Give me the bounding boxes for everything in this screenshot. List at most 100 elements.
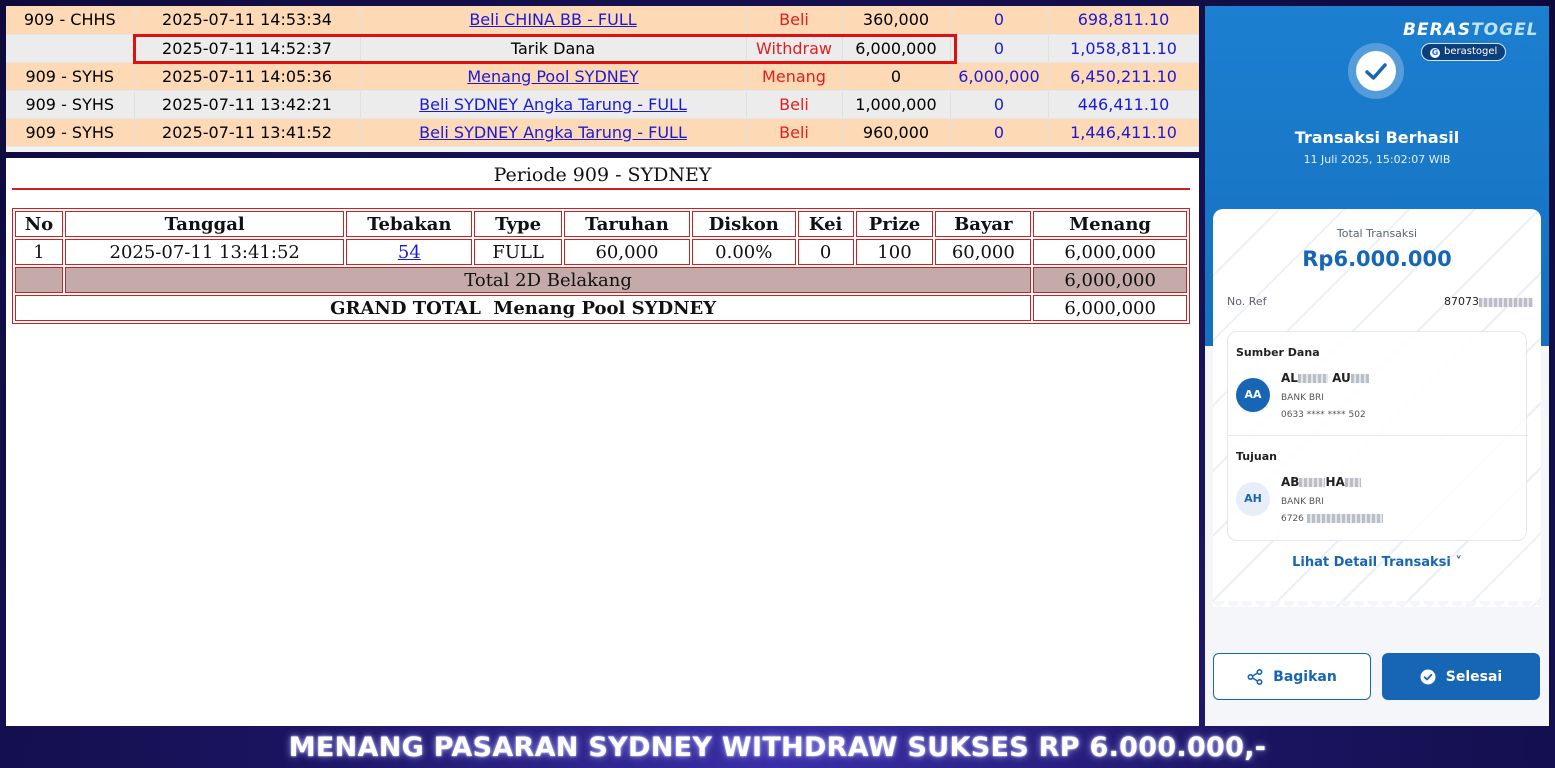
table-row: 1 2025-07-11 13:41:52 54 FULL 60,000 0.0… <box>15 239 1187 265</box>
col-header-tanggal: Tanggal <box>64 211 345 237</box>
total-amount: Rp6.000.000 <box>1302 247 1452 271</box>
periode-title: Periode 909 - SYDNEY <box>493 164 712 186</box>
ledger-debit: 960,000 <box>842 118 951 147</box>
panel-divider <box>1228 435 1528 436</box>
parties-panel: Sumber Dana AA AL AU BANK BRI 0633 **** … <box>1227 331 1528 541</box>
ledger-balance: 6,450,211.10 <box>1048 62 1199 91</box>
receipt-card: Total Transaksi Rp6.000.000 No. Ref 8707… <box>1213 209 1541 613</box>
ledger-desc-link[interactable]: Menang Pool SYDNEY <box>360 62 747 91</box>
ref-label: No. Ref <box>1227 295 1267 308</box>
ledger-time: 2025-07-11 14:05:36 <box>134 62 361 91</box>
ref-value: 87073 <box>1444 295 1533 308</box>
ledger-credit: 6,000,000 <box>950 62 1049 91</box>
transfer-receipt: BERASTOGEL Gberastogel Transaksi Berhasi… <box>1205 6 1549 726</box>
ledger-desc-link[interactable]: Beli SYDNEY Angka Tarung - FULL <box>360 90 747 119</box>
dest-label: Tujuan <box>1236 450 1277 463</box>
dest-bank: BANK BRI <box>1281 497 1324 507</box>
grand-total-value: 6,000,000 <box>1033 295 1187 321</box>
subtotal-blank <box>15 267 63 293</box>
ledger-time: 2025-07-11 13:41:52 <box>134 118 361 147</box>
cell-tebakan-link[interactable]: 54 <box>346 239 473 265</box>
redacted-mark <box>1344 478 1361 487</box>
ledger-code: 909 - CHHS <box>6 6 135 35</box>
check-circle-icon <box>1420 669 1436 684</box>
redacted-mark <box>1299 478 1326 487</box>
detail-transaction-link[interactable]: Lihat Detail Transaksi ˅ <box>1213 555 1541 570</box>
col-header-bayar: Bayar <box>935 211 1032 237</box>
ledger-row: 909 - CHHS 2025-07-11 14:53:34 Beli CHIN… <box>6 6 1199 35</box>
checkmark-icon <box>1365 63 1387 80</box>
brand-logo: BERASTOGEL <box>1403 20 1539 40</box>
ledger-desc-link[interactable]: Beli SYDNEY Angka Tarung - FULL <box>360 118 747 147</box>
ledger-debit: 360,000 <box>842 6 951 35</box>
ledger-code: 909 - SYHS <box>6 118 135 147</box>
col-header-no: No <box>15 211 63 237</box>
ledger-type: Beli <box>746 90 843 119</box>
subtotal-value: 6,000,000 <box>1033 267 1187 293</box>
receipt-edge <box>1213 601 1541 613</box>
cell-bayar: 60,000 <box>935 239 1032 265</box>
success-check-circle <box>1356 51 1396 91</box>
source-account: 0633 **** **** 502 <box>1281 410 1366 420</box>
success-check-icon <box>1348 43 1404 99</box>
cell-menang: 6,000,000 <box>1033 239 1187 265</box>
ledger-credit: 0 <box>950 34 1049 63</box>
ledger-row-withdraw: 2025-07-11 14:52:37 Tarik Dana Withdraw … <box>6 34 1199 63</box>
ledger-row: 909 - SYHS 2025-07-11 14:05:36 Menang Po… <box>6 62 1199 91</box>
redacted-mark <box>1306 514 1383 523</box>
dest-name-a: AB <box>1281 475 1300 489</box>
redacted-mark <box>1350 374 1369 383</box>
brand-chip: Gberastogel <box>1421 43 1507 61</box>
share-button[interactable]: Bagikan <box>1213 653 1371 700</box>
period-report: Periode 909 - SYDNEY No Tanggal Tebakan … <box>6 158 1199 726</box>
ledger-debit: 1,000,000 <box>842 90 951 119</box>
ledger-desc: Tarik Dana <box>360 34 747 63</box>
ledger-desc-link[interactable]: Beli CHINA BB - FULL <box>360 6 747 35</box>
grand-total-label: GRAND TOTAL Menang Pool SYDNEY <box>15 295 1032 321</box>
ledger-time: 2025-07-11 14:53:34 <box>134 6 361 35</box>
col-header-diskon: Diskon <box>691 211 796 237</box>
cell-diskon: 0.00% <box>691 239 796 265</box>
ledger-balance: 1,446,411.10 <box>1048 118 1199 147</box>
source-bank: BANK BRI <box>1281 393 1324 403</box>
source-label: Sumber Dana <box>1236 346 1320 359</box>
dest-name-b: HA <box>1325 475 1345 489</box>
dest-account: 6726 <box>1281 514 1383 524</box>
promo-banner-text: MENANG PASARAN SYDNEY WITHDRAW SUKSES RP… <box>288 732 1267 763</box>
cell-prize: 100 <box>855 239 934 265</box>
share-button-label: Bagikan <box>1273 668 1337 685</box>
ledger-row: 909 - SYHS 2025-07-11 13:42:21 Beli SYDN… <box>6 90 1199 119</box>
total-label: Total Transaksi <box>1336 227 1418 240</box>
ledger-balance: 698,811.10 <box>1048 6 1199 35</box>
redacted-mark <box>1297 374 1328 383</box>
brand-logo-text-b: TOGEL <box>1471 20 1539 40</box>
ledger-credit: 0 <box>950 90 1049 119</box>
table-header-row: No Tanggal Tebakan Type Taruhan Diskon K… <box>15 211 1187 237</box>
ledger-time: 2025-07-11 14:52:37 <box>134 34 361 63</box>
brand-logo-text-a: BERAS <box>1403 20 1472 40</box>
receipt-title: Transaksi Berhasil <box>1294 128 1460 147</box>
ledger-time: 2025-07-11 13:42:21 <box>134 90 361 119</box>
ledger-code <box>6 34 135 63</box>
source-name-a: AL <box>1281 371 1298 385</box>
ledger-row: 909 - SYHS 2025-07-11 13:41:52 Beli SYDN… <box>6 118 1199 147</box>
bet-result-table: No Tanggal Tebakan Type Taruhan Diskon K… <box>12 208 1190 324</box>
cell-type: FULL <box>474 239 563 265</box>
ledger-credit: 0 <box>950 6 1049 35</box>
col-header-taruhan: Taruhan <box>564 211 690 237</box>
ledger-balance: 446,411.10 <box>1048 90 1199 119</box>
col-header-prize: Prize <box>855 211 934 237</box>
ledger-table: 909 - CHHS 2025-07-11 14:53:34 Beli CHIN… <box>6 6 1199 147</box>
col-header-tebakan: Tebakan <box>346 211 473 237</box>
ledger-debit: 0 <box>842 62 951 91</box>
cell-kei: 0 <box>797 239 854 265</box>
done-button[interactable]: Selesai <box>1382 653 1540 700</box>
ledger-type: Beli <box>746 118 843 147</box>
dest-avatar: AH <box>1236 482 1270 516</box>
ledger-type: Withdraw <box>746 34 843 63</box>
source-avatar: AA <box>1236 378 1270 412</box>
source-name-b: AU <box>1327 371 1351 385</box>
dest-account-visible: 6726 <box>1281 514 1304 524</box>
source-name: AL AU <box>1281 371 1369 385</box>
subtotal-label: Total 2D Belakang <box>64 267 1032 293</box>
